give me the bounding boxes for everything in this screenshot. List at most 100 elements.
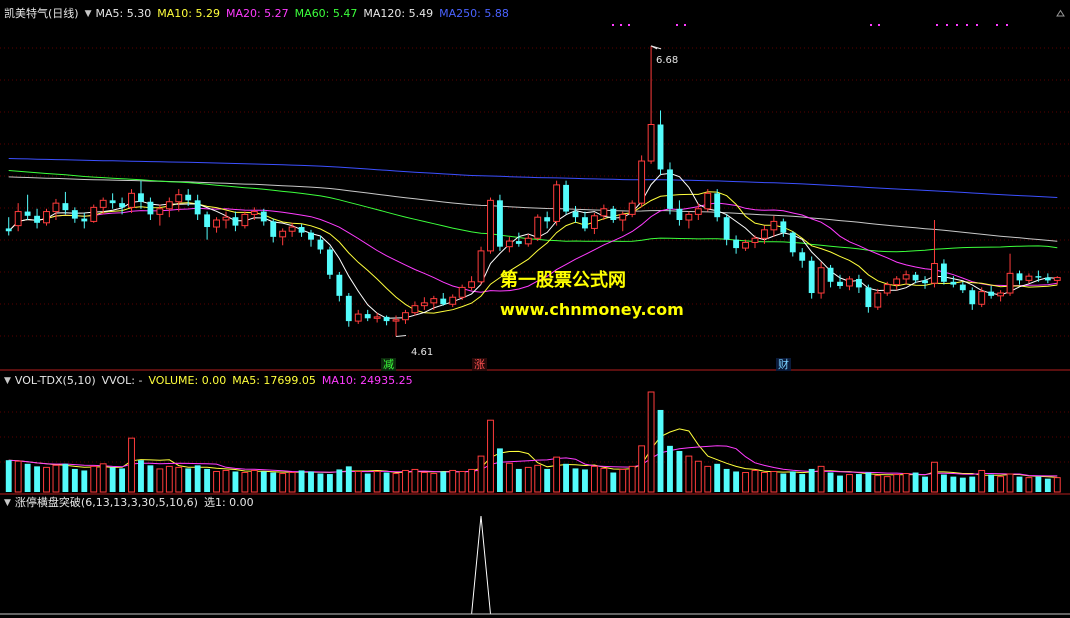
candle-down[interactable] — [204, 214, 211, 228]
candle-down[interactable] — [5, 228, 12, 232]
volume-bar-down[interactable] — [326, 474, 333, 492]
candle-up[interactable] — [156, 208, 164, 215]
candle-up[interactable] — [694, 208, 702, 215]
candle-up[interactable] — [52, 202, 60, 213]
indicator-name[interactable]: 涨停横盘突破(6,13,13,3,30,5,10,6) — [15, 495, 198, 511]
volume-bar-up[interactable] — [392, 473, 400, 493]
volume-bar-up[interactable] — [874, 475, 882, 493]
volume-bar-down[interactable] — [865, 472, 872, 492]
candle-down[interactable] — [940, 263, 947, 282]
candle-down[interactable] — [515, 241, 522, 244]
volume-bar-up[interactable] — [524, 466, 532, 493]
volume-bar-up[interactable] — [213, 470, 220, 493]
candle-down[interactable] — [147, 201, 154, 215]
volume-bar-up[interactable] — [156, 468, 164, 493]
candle-down[interactable] — [837, 281, 843, 286]
volume-bar-down[interactable] — [582, 469, 588, 492]
candle-up[interactable] — [1053, 277, 1061, 281]
candle-down[interactable] — [440, 298, 447, 305]
candle-up[interactable] — [902, 274, 910, 280]
volume-bar-down[interactable] — [260, 471, 267, 492]
volume-bar-down[interactable] — [24, 463, 31, 492]
candle-down[interactable] — [336, 274, 343, 296]
volume-bar-up[interactable] — [241, 472, 249, 493]
volume-bar-down[interactable] — [667, 445, 673, 492]
candle-down[interactable] — [71, 210, 78, 219]
volume-bar-down[interactable] — [1035, 476, 1042, 492]
volume-bar-down[interactable] — [723, 468, 730, 492]
candle-up[interactable] — [487, 199, 494, 252]
candle-down[interactable] — [1035, 276, 1042, 278]
candle-down[interactable] — [799, 252, 806, 261]
volume-bar-down[interactable] — [317, 473, 324, 492]
candle-down[interactable] — [780, 221, 787, 233]
candle-up[interactable] — [222, 216, 230, 221]
volume-bar-down[interactable] — [733, 471, 740, 492]
candle-down[interactable] — [969, 290, 976, 305]
indicator-dropdown-icon[interactable]: ▼ — [4, 495, 11, 511]
volume-bar-up[interactable] — [468, 468, 476, 493]
candle-up[interactable] — [770, 220, 778, 231]
volume-bar-up[interactable] — [402, 469, 409, 493]
volume-bar-down[interactable] — [969, 476, 976, 492]
volume-bar-down[interactable] — [988, 474, 995, 492]
volume-bar-up[interactable] — [52, 464, 60, 493]
candle-down[interactable] — [317, 239, 324, 250]
volume-bar-up[interactable] — [647, 391, 655, 493]
candle-up[interactable] — [505, 240, 513, 248]
volume-bar-down[interactable] — [950, 476, 957, 492]
candle-up[interactable] — [874, 292, 882, 308]
candle-up[interactable] — [458, 286, 466, 298]
candle-up[interactable] — [250, 211, 258, 215]
candle-up[interactable] — [477, 250, 485, 283]
candlestick-series[interactable] — [5, 45, 1061, 337]
candle-up[interactable] — [354, 313, 362, 322]
volume-dropdown-icon[interactable]: ▼ — [4, 373, 11, 389]
volume-bar-up[interactable] — [997, 476, 1005, 493]
candle-up[interactable] — [430, 298, 438, 304]
volume-bar-down[interactable] — [185, 468, 192, 492]
volume-bar-down[interactable] — [383, 472, 390, 492]
candle-up[interactable] — [373, 316, 381, 319]
candle-up[interactable] — [647, 124, 655, 162]
volume-bar-up[interactable] — [534, 464, 542, 493]
volume-bar-up[interactable] — [477, 455, 485, 493]
candle-down[interactable] — [24, 211, 31, 216]
candle-down[interactable] — [572, 211, 579, 218]
candle-down[interactable] — [922, 280, 928, 284]
candle-down[interactable] — [959, 284, 966, 291]
candle-up[interactable] — [751, 237, 759, 243]
candle-up[interactable] — [43, 211, 50, 224]
volume-bar-down[interactable] — [440, 471, 447, 492]
volume-bar-down[interactable] — [345, 466, 352, 492]
candle-up[interactable] — [99, 199, 107, 208]
event-tag-zhang[interactable]: 涨 — [472, 358, 487, 371]
candle-up[interactable] — [175, 194, 183, 203]
candle-up[interactable] — [1006, 272, 1014, 294]
candle-down[interactable] — [232, 217, 239, 226]
volume-bar-up[interactable] — [288, 472, 296, 493]
candle-down[interactable] — [1016, 273, 1023, 281]
candle-up[interactable] — [685, 213, 693, 221]
candle-up[interactable] — [420, 302, 428, 307]
candle-down[interactable] — [714, 193, 721, 218]
candle-up[interactable] — [90, 206, 98, 222]
volume-bar-down[interactable] — [855, 474, 862, 492]
volume-bar-up[interactable] — [619, 468, 627, 493]
candle-up[interactable] — [411, 305, 419, 314]
volume-bar-up[interactable] — [846, 474, 853, 493]
candle-down[interactable] — [497, 200, 503, 247]
volume-bar-down[interactable] — [5, 460, 12, 492]
volume-bar-up[interactable] — [931, 461, 938, 493]
volume-bar-down[interactable] — [119, 468, 126, 492]
volume-bar-down[interactable] — [544, 468, 551, 492]
candle-up[interactable] — [846, 278, 853, 287]
volume-bar-up[interactable] — [685, 455, 693, 493]
candle-up[interactable] — [817, 267, 825, 294]
volume-bar-up[interactable] — [14, 460, 22, 493]
volume-bar-up[interactable] — [279, 473, 287, 493]
candle-down[interactable] — [81, 218, 88, 222]
volume-bar-down[interactable] — [364, 473, 371, 492]
volume-bar-down[interactable] — [1044, 478, 1051, 492]
candle-down[interactable] — [383, 316, 390, 322]
